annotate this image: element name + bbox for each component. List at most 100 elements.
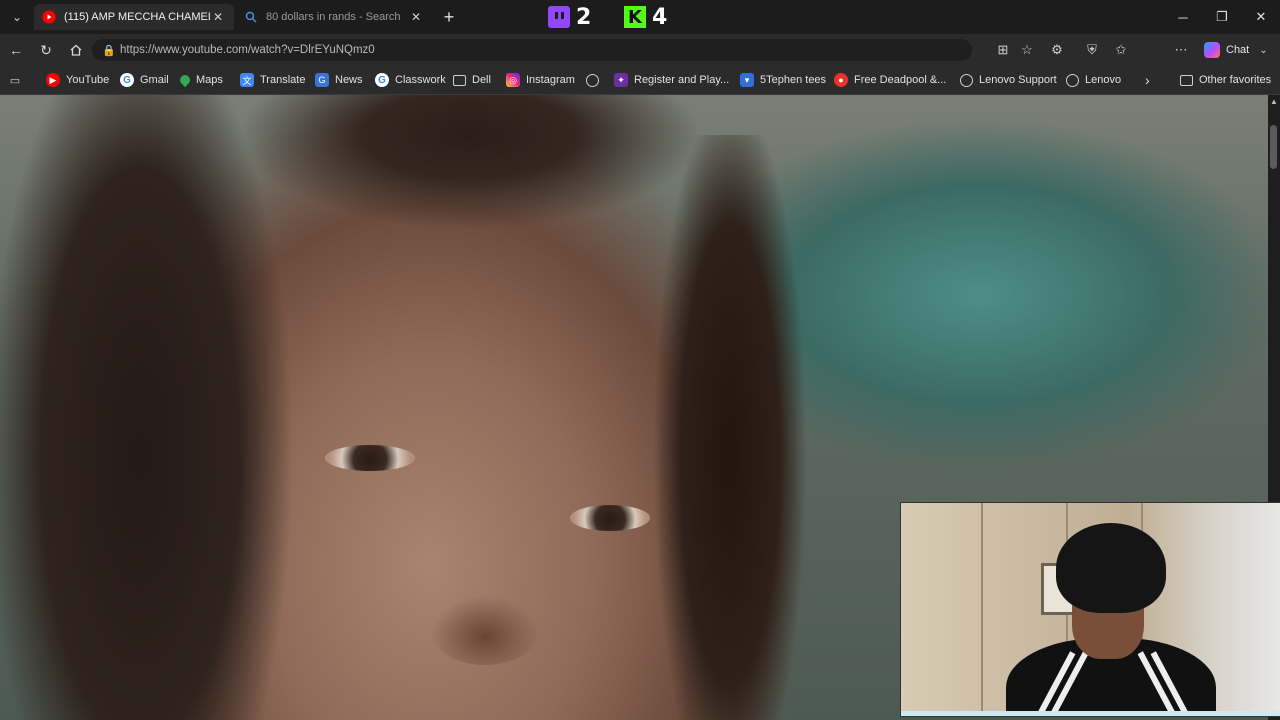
kick-counter: K 4 — [624, 3, 667, 31]
video-frame-detail — [325, 445, 415, 471]
google-icon: G — [375, 73, 389, 87]
chat-label: Chat — [1226, 44, 1250, 56]
tab-title: 80 dollars in rands - Search — [266, 11, 401, 23]
scroll-up-arrow-icon[interactable]: ▲ — [1268, 95, 1280, 109]
settings-more-button[interactable]: ⋯ — [1172, 41, 1190, 59]
favorites-toggle-button[interactable]: ▭ — [8, 72, 28, 88]
globe-icon — [586, 73, 599, 87]
search-icon — [244, 10, 258, 24]
favorite-free-deadpool[interactable]: ● Free Deadpool &... — [834, 72, 946, 88]
favorites-button[interactable]: ✩ — [1112, 41, 1130, 59]
browser-essentials-button[interactable]: ⛨ — [1083, 41, 1101, 59]
favorite-classwork[interactable]: G Classwork — [375, 72, 446, 88]
translate-icon: 文 — [240, 73, 254, 87]
refresh-icon: ↻ — [40, 41, 52, 58]
folder-icon — [1180, 74, 1193, 86]
minimize-button[interactable]: ─ — [1164, 0, 1202, 34]
home-icon — [70, 44, 82, 56]
scrollbar-thumb[interactable] — [1270, 125, 1277, 169]
chevron-right-icon: › — [1145, 72, 1150, 88]
favorite-dell-folder[interactable]: Dell — [453, 72, 491, 88]
tab-youtube-video[interactable]: (115) AMP MECCHA CHAMELEON ✕ — [34, 4, 234, 30]
app-available-button[interactable]: ⊞ — [994, 41, 1012, 59]
more-icon: ⋯ — [1174, 42, 1188, 57]
youtube-icon: ▶ — [46, 73, 60, 87]
favorite-label: Lenovo — [1085, 74, 1122, 86]
navigation-toolbar: ← ↻ 🔒 https://www.youtube.com/watch?v=Dl… — [0, 34, 1280, 93]
video-frame-detail — [0, 95, 310, 720]
favorite-lenovo[interactable]: Lenovo — [1066, 72, 1121, 88]
globe-icon — [1066, 73, 1079, 87]
favorite-translate[interactable]: 文 Translate — [240, 72, 305, 88]
favorites-menu-icon: ▭ — [9, 74, 21, 87]
twitch-counter: 2 — [548, 3, 591, 31]
game-icon: ✦ — [614, 73, 628, 87]
favorite-gmail[interactable]: G Gmail — [120, 72, 169, 88]
home-button[interactable] — [66, 40, 86, 60]
star-icon: ☆ — [1021, 42, 1033, 57]
address-bar[interactable]: 🔒 https://www.youtube.com/watch?v=DlrEYu… — [92, 39, 972, 61]
other-favorites-folder[interactable]: Other favorites — [1180, 72, 1271, 88]
webcam-detail — [901, 711, 1280, 716]
favorite-label: News — [335, 74, 363, 86]
copilot-chat-button[interactable]: Chat ⌄ — [1204, 40, 1268, 60]
favorite-label: 5Tephen tees — [760, 74, 827, 86]
tab-search[interactable]: 80 dollars in rands - Search ✕ — [236, 4, 432, 30]
title-bar: ⌄ (115) AMP MECCHA CHAMELEON ✕ 80 dollar… — [0, 0, 1280, 34]
close-window-button[interactable]: ✕ — [1242, 0, 1280, 34]
close-tab-icon[interactable]: ✕ — [210, 10, 226, 24]
deadpool-icon: ● — [834, 73, 848, 87]
maps-icon — [177, 72, 193, 88]
globe-icon — [960, 73, 973, 87]
webcam-detail — [981, 503, 983, 716]
close-tab-icon[interactable]: ✕ — [408, 10, 424, 24]
tab-title: (115) AMP MECCHA CHAMELEON — [64, 11, 210, 23]
kick-icon: K — [624, 6, 646, 28]
favorites-bar: ▭ ▶ YouTube G Gmail Maps 文 Translate G N… — [0, 66, 1280, 95]
page-content: ▲ — [0, 95, 1280, 720]
favorite-label: Gmail — [140, 74, 169, 86]
minimize-icon: ─ — [1178, 9, 1188, 25]
favorite-youtube[interactable]: ▶ YouTube — [46, 72, 109, 88]
new-tab-button[interactable]: + — [440, 8, 458, 26]
favorite-lenovo-support[interactable]: Lenovo Support — [960, 72, 1057, 88]
back-button[interactable]: ← — [6, 40, 26, 60]
video-frame-detail — [570, 505, 650, 531]
news-icon: G — [315, 73, 329, 87]
webcam-overlay — [900, 502, 1280, 717]
favorite-label: Classwork — [395, 74, 446, 86]
back-arrow-icon: ← — [9, 42, 23, 58]
twitch-count: 2 — [576, 4, 592, 30]
google-icon: G — [120, 73, 134, 87]
favorite-label: Lenovo Support — [979, 74, 1057, 86]
copilot-icon — [1204, 42, 1220, 58]
favorite-5tephen-tees[interactable]: ▾ 5Tephen tees — [740, 72, 826, 88]
webcam-detail — [1056, 523, 1166, 613]
favorite-label: Other favorites — [1199, 74, 1272, 86]
favorites-overflow-button[interactable]: › — [1145, 72, 1150, 88]
extensions-button[interactable]: ⚙ — [1048, 41, 1066, 59]
favorite-maps[interactable]: Maps — [177, 72, 223, 88]
video-frame-detail — [640, 135, 840, 720]
tab-actions-menu-button[interactable]: ⌄ — [6, 6, 28, 28]
favorite-globe[interactable] — [586, 72, 605, 88]
favorites-icon: ✩ — [1115, 42, 1127, 57]
youtube-icon — [42, 10, 56, 24]
lock-icon: 🔒 — [102, 44, 116, 57]
favorite-label: Translate — [260, 74, 306, 86]
puzzle-icon: ⚙ — [1051, 42, 1063, 57]
favorite-news[interactable]: G News — [315, 72, 363, 88]
video-frame-detail — [430, 595, 540, 665]
shield-icon: ⛨ — [1087, 42, 1097, 57]
restore-button[interactable]: ❐ — [1203, 0, 1241, 34]
favorite-star-button[interactable]: ☆ — [1018, 41, 1036, 59]
favorite-register-and-play[interactable]: ✦ Register and Play... — [614, 72, 729, 88]
close-icon: ✕ — [1255, 9, 1267, 24]
chevron-down-icon: ⌄ — [1259, 44, 1268, 56]
favorite-instagram[interactable]: ◎ Instagram — [506, 72, 575, 88]
folder-icon — [453, 74, 466, 86]
favorite-label: Register and Play... — [634, 74, 730, 86]
instagram-icon: ◎ — [506, 73, 520, 87]
refresh-button[interactable]: ↻ — [36, 40, 56, 60]
webcam-person — [1006, 523, 1216, 716]
